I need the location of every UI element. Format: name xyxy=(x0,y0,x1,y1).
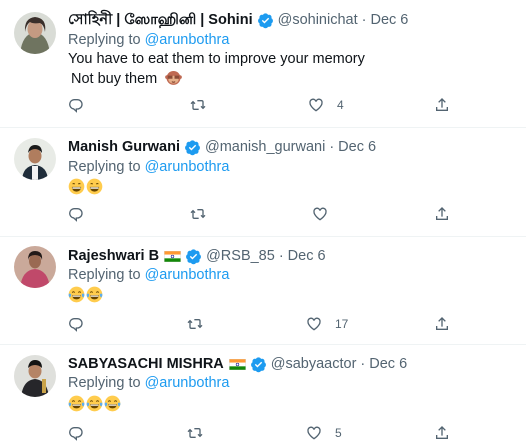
share-button[interactable] xyxy=(434,95,450,115)
tweet-header: Rajeshwari B @RSB_85 · Dec 6 xyxy=(68,246,326,266)
share-icon xyxy=(434,316,450,332)
india-flag-icon xyxy=(164,251,181,262)
display-name[interactable]: Rajeshwari B xyxy=(68,246,159,266)
replying-to-link[interactable]: @arunbothra xyxy=(145,32,230,48)
reply-icon xyxy=(68,316,84,332)
user-handle[interactable]: @sohinichat xyxy=(278,10,358,30)
verified-icon xyxy=(257,12,274,29)
replying-to-link[interactable]: @arunbothra xyxy=(145,375,230,391)
display-name[interactable]: Manish Gurwani xyxy=(68,137,180,157)
tweet[interactable]: SABYASACHI MISHRA @sabyaactor · Dec 6 Re… xyxy=(0,345,526,448)
tweet-header: সোহিনী | ஸோஹினி | Sohini @sohinichat · D… xyxy=(68,10,408,30)
replying-to-label: Replying to xyxy=(68,267,141,283)
tweet-header: Manish Gurwani @manish_gurwani · Dec 6 xyxy=(68,137,376,157)
tweet-date[interactable]: Dec 6 xyxy=(288,246,326,266)
retweet-icon xyxy=(190,97,206,113)
replying-to-label: Replying to xyxy=(68,375,141,391)
heart-icon xyxy=(308,97,324,113)
separator-dot: · xyxy=(360,356,366,372)
replying-to: Replying to @arunbothra xyxy=(68,157,229,177)
reply-button[interactable] xyxy=(68,95,84,115)
retweet-icon xyxy=(187,425,203,441)
display-name[interactable]: SABYASACHI MISHRA xyxy=(68,354,224,374)
share-button[interactable] xyxy=(434,423,450,443)
tears-of-joy-icon xyxy=(104,395,121,412)
reply-icon xyxy=(68,97,84,113)
like-button[interactable]: 5 xyxy=(306,423,342,443)
replying-to-link[interactable]: @arunbothra xyxy=(145,159,230,175)
tears-of-joy-icon xyxy=(68,395,85,412)
like-count: 17 xyxy=(335,317,349,331)
share-button[interactable] xyxy=(434,314,450,334)
replying-to-link[interactable]: @arunbothra xyxy=(145,267,230,283)
tweet-emoji-line xyxy=(68,178,104,198)
verified-icon xyxy=(250,356,267,373)
heart-icon xyxy=(306,316,322,332)
heart-icon xyxy=(306,425,322,441)
see-no-evil-monkey-icon xyxy=(165,69,182,86)
avatar[interactable] xyxy=(14,355,56,397)
india-flag-icon xyxy=(229,359,246,370)
tweet-text: Not buy them xyxy=(71,71,158,87)
user-handle[interactable]: @RSB_85 xyxy=(206,246,275,266)
reply-icon xyxy=(68,425,84,441)
like-button[interactable]: 17 xyxy=(306,314,348,334)
tweet-emoji-line xyxy=(68,395,122,415)
tears-of-joy-icon xyxy=(86,395,103,412)
replying-to: Replying to @arunbothra xyxy=(68,265,229,285)
tweet-header: SABYASACHI MISHRA @sabyaactor · Dec 6 xyxy=(68,354,407,374)
separator-dot: · xyxy=(361,12,367,28)
display-name[interactable]: সোহিনী | ஸோஹினி | Sohini xyxy=(68,10,253,30)
avatar[interactable] xyxy=(14,138,56,180)
share-icon xyxy=(434,206,450,222)
tweet-date[interactable]: Dec 6 xyxy=(338,137,376,157)
tweet[interactable]: সোহিনী | ஸோஹினி | Sohini @sohinichat · D… xyxy=(0,0,526,128)
tears-of-joy-icon xyxy=(86,286,103,303)
separator-dot: · xyxy=(278,248,284,264)
verified-icon xyxy=(185,248,202,265)
retweet-icon xyxy=(187,316,203,332)
heart-icon xyxy=(312,206,328,222)
avatar[interactable] xyxy=(14,246,56,288)
reply-button[interactable] xyxy=(68,204,84,224)
user-handle[interactable]: @manish_gurwani xyxy=(205,137,325,157)
tweet-date[interactable]: Dec 6 xyxy=(369,354,407,374)
like-count: 4 xyxy=(337,98,344,112)
share-icon xyxy=(434,97,450,113)
separator-dot: · xyxy=(329,139,335,155)
replying-to-label: Replying to xyxy=(68,32,141,48)
tweet-text-line: You have to eat them to improve your mem… xyxy=(68,51,365,67)
replying-to: Replying to @arunbothra xyxy=(68,30,229,50)
tears-of-joy-icon xyxy=(68,286,85,303)
retweet-button[interactable] xyxy=(190,204,206,224)
avatar[interactable] xyxy=(14,12,56,54)
share-button[interactable] xyxy=(434,204,450,224)
reply-button[interactable] xyxy=(68,423,84,443)
retweet-button[interactable] xyxy=(190,95,206,115)
retweet-button[interactable] xyxy=(187,314,203,334)
like-button[interactable] xyxy=(312,204,341,224)
replying-to: Replying to @arunbothra xyxy=(68,373,229,393)
tweet-emoji-line xyxy=(68,286,104,306)
retweet-button[interactable] xyxy=(187,423,203,443)
share-icon xyxy=(434,425,450,441)
like-button[interactable]: 4 xyxy=(308,95,344,115)
reply-button[interactable] xyxy=(68,314,84,334)
reply-icon xyxy=(68,206,84,222)
tweet-date[interactable]: Dec 6 xyxy=(370,10,408,30)
grinning-face-icon xyxy=(86,178,103,195)
verified-icon xyxy=(184,139,201,156)
grinning-face-icon xyxy=(68,178,85,195)
like-count: 5 xyxy=(335,426,342,440)
tweet-text-line-2: Not buy them xyxy=(71,69,183,89)
tweet[interactable]: Manish Gurwani @manish_gurwani · Dec 6 R… xyxy=(0,128,526,237)
replying-to-label: Replying to xyxy=(68,159,141,175)
retweet-icon xyxy=(190,206,206,222)
tweet[interactable]: Rajeshwari B @RSB_85 · Dec 6 Replying to… xyxy=(0,237,526,345)
user-handle[interactable]: @sabyaactor xyxy=(271,354,357,374)
